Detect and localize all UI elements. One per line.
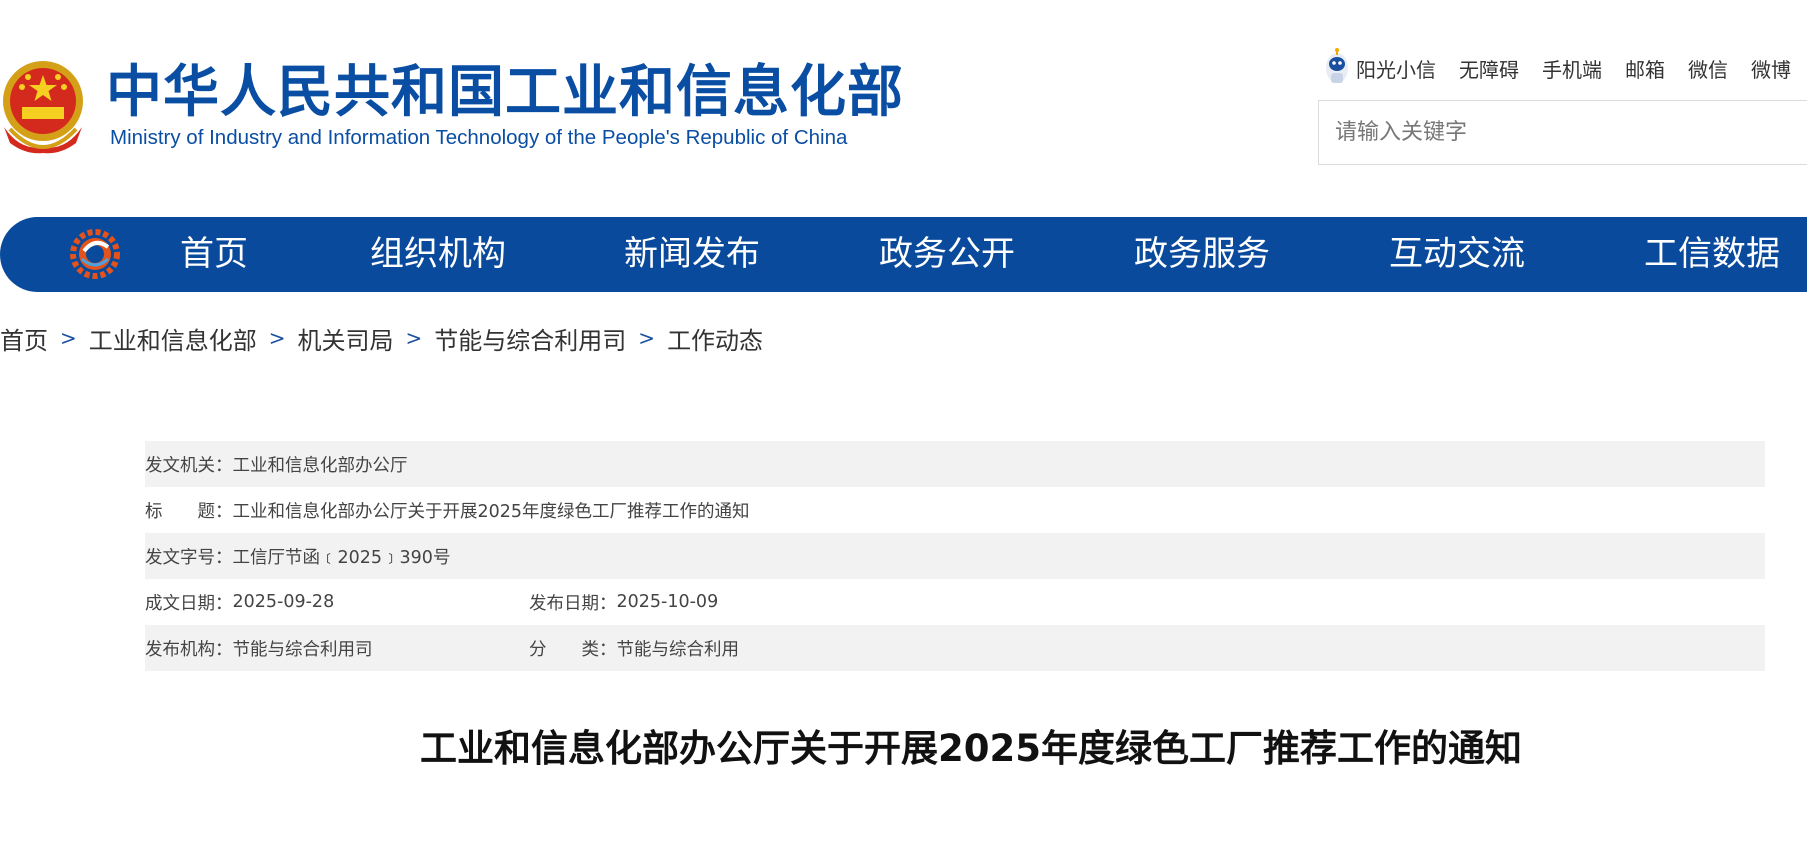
article-title: 工业和信息化部办公厅关于开展2025年度绿色工厂推荐工作的通知 [420, 727, 1522, 770]
title-label: 标 题： [145, 501, 233, 522]
breadcrumb-ministry[interactable]: 工业和信息化部 [89, 321, 257, 356]
written-date-label: 成文日期： [145, 593, 233, 614]
doc-number-label: 发文字号： [145, 547, 233, 568]
nav-interaction[interactable]: 互动交流 [1389, 217, 1525, 292]
category-cell: 分 类： 节能与综合利用 [529, 636, 739, 661]
breadcrumb-departments[interactable]: 机关司局 [298, 321, 394, 356]
document-info-table: 发文机关： 工业和信息化部办公厅 标 题： 工业和信息化部办公厅关于开展2025… [145, 441, 1765, 671]
breadcrumb-separator: > [268, 326, 286, 350]
breadcrumb-work-updates[interactable]: 工作动态 [667, 321, 763, 356]
doc-number-value: 工信厅节函﹝2025﹞390号 [232, 547, 451, 568]
nav-news[interactable]: 新闻发布 [624, 217, 760, 292]
publish-date-value: 2025-10-09 [616, 592, 719, 612]
breadcrumb-separator: > [60, 326, 77, 350]
written-date-value: 2025-09-28 [232, 592, 335, 612]
breadcrumb-home[interactable]: 首页 [0, 321, 48, 356]
toplink-mobile[interactable]: 手机端 [1542, 54, 1602, 83]
toplink-weibo[interactable]: 微博 [1751, 54, 1791, 83]
publisher-label: 发布机构： [145, 639, 233, 660]
category-label: 分 类： [529, 639, 617, 660]
nav-home[interactable]: 首页 [180, 217, 248, 292]
publisher-cell: 发布机构： 节能与综合利用司 [145, 636, 529, 661]
info-row-publisher: 发布机构： 节能与综合利用司 分 类： 节能与综合利用 [145, 625, 1765, 671]
breadcrumb: 首页 > 工业和信息化部 > 机关司局 > 节能与综合利用司 > 工作动态 [0, 320, 763, 356]
breadcrumb-separator: > [405, 326, 423, 350]
main-nav: 首页 组织机构 新闻发布 政务公开 政务服务 互动交流 工信数据 [0, 217, 1807, 292]
issuer-value: 工业和信息化部办公厅 [232, 455, 408, 476]
category-value: 节能与综合利用 [616, 639, 740, 660]
national-emblem-icon[interactable] [0, 55, 86, 155]
gear-logo-icon[interactable] [70, 229, 120, 279]
info-row-issuer: 发文机关： 工业和信息化部办公厅 [145, 441, 1765, 487]
written-date-cell: 成文日期： 2025-09-28 [145, 590, 529, 615]
publisher-value: 节能与综合利用司 [232, 639, 373, 660]
info-row-doc-number: 发文字号： 工信厅节函﹝2025﹞390号 [145, 533, 1765, 579]
issuer-label: 发文机关： [145, 455, 233, 476]
toplink-accessibility[interactable]: 无障碍 [1459, 54, 1519, 83]
toplink-wechat[interactable]: 微信 [1688, 54, 1728, 83]
nav-data[interactable]: 工信数据 [1644, 217, 1780, 292]
search-box [1318, 100, 1807, 165]
breadcrumb-energy-department[interactable]: 节能与综合利用司 [434, 321, 626, 356]
breadcrumb-separator: > [638, 326, 656, 350]
toplink-mail[interactable]: 邮箱 [1625, 54, 1665, 83]
robot-assistant-icon[interactable] [1322, 48, 1352, 88]
toplink-assistant[interactable]: 阳光小信 [1356, 54, 1436, 83]
title-value: 工业和信息化部办公厅关于开展2025年度绿色工厂推荐工作的通知 [232, 501, 750, 522]
info-row-dates: 成文日期： 2025-09-28 发布日期： 2025-10-09 [145, 579, 1765, 625]
nav-services[interactable]: 政务服务 [1134, 217, 1270, 292]
site-title-cn[interactable]: 中华人民共和国工业和信息化部 [106, 60, 904, 126]
site-title-en[interactable]: Ministry of Industry and Information Tec… [110, 126, 847, 150]
search-input[interactable] [1319, 101, 1807, 164]
publish-date-cell: 发布日期： 2025-10-09 [529, 590, 718, 615]
nav-organization[interactable]: 组织机构 [370, 217, 506, 292]
nav-government-affairs[interactable]: 政务公开 [879, 217, 1015, 292]
site-header: 中华人民共和国工业和信息化部 Ministry of Industry and … [0, 0, 1807, 210]
publish-date-label: 发布日期： [529, 593, 617, 614]
top-links: 阳光小信 无障碍 手机端 邮箱 微信 微博 [1322, 48, 1807, 88]
info-row-title: 标 题： 工业和信息化部办公厅关于开展2025年度绿色工厂推荐工作的通知 [145, 487, 1765, 533]
